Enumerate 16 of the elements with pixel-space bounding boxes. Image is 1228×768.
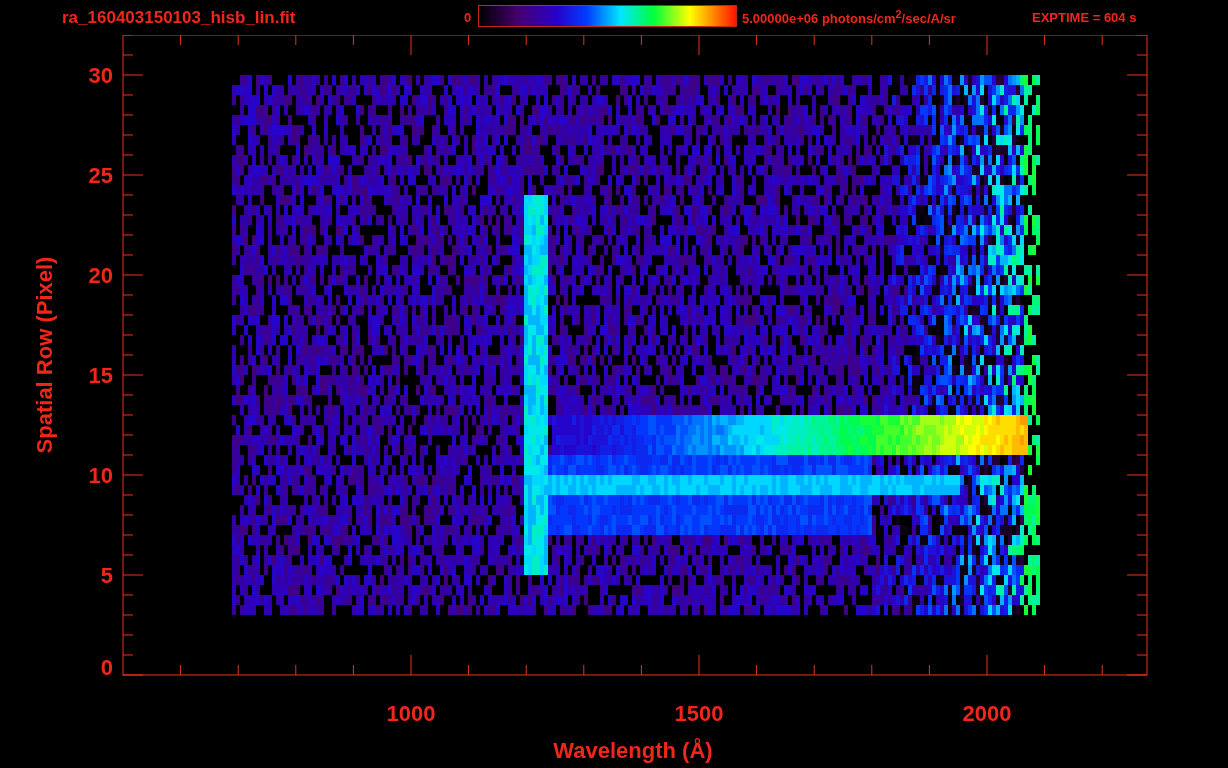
y-tick-label: 15 [88, 363, 113, 388]
y-tick-label: 20 [88, 263, 113, 288]
file-title: ra_160403150103_hisb_lin.fit [62, 7, 297, 28]
x-tick-label: 1500 [674, 701, 724, 726]
y-tick-label: 10 [88, 463, 113, 488]
colorbar-max-label: 5.00000e+06 photons/cm$^{2}$/sec/A/sr [742, 8, 957, 27]
x-tick-label: 2000 [962, 701, 1012, 726]
exposure-time: EXPTIME = 604 s [1032, 10, 1137, 25]
y-tick-label: 0 [100, 655, 113, 680]
colorbar-min-label: 0 [464, 10, 473, 25]
x-axis-label: Wavelength (Å) [553, 738, 713, 763]
y-tick-label: 5 [100, 563, 113, 588]
y-tick-label: 30 [88, 63, 113, 88]
y-axis-label: Spatial Row (Pixel) [32, 256, 57, 454]
x-tick-label: 1000 [386, 701, 436, 726]
y-tick-label: 25 [88, 163, 113, 188]
